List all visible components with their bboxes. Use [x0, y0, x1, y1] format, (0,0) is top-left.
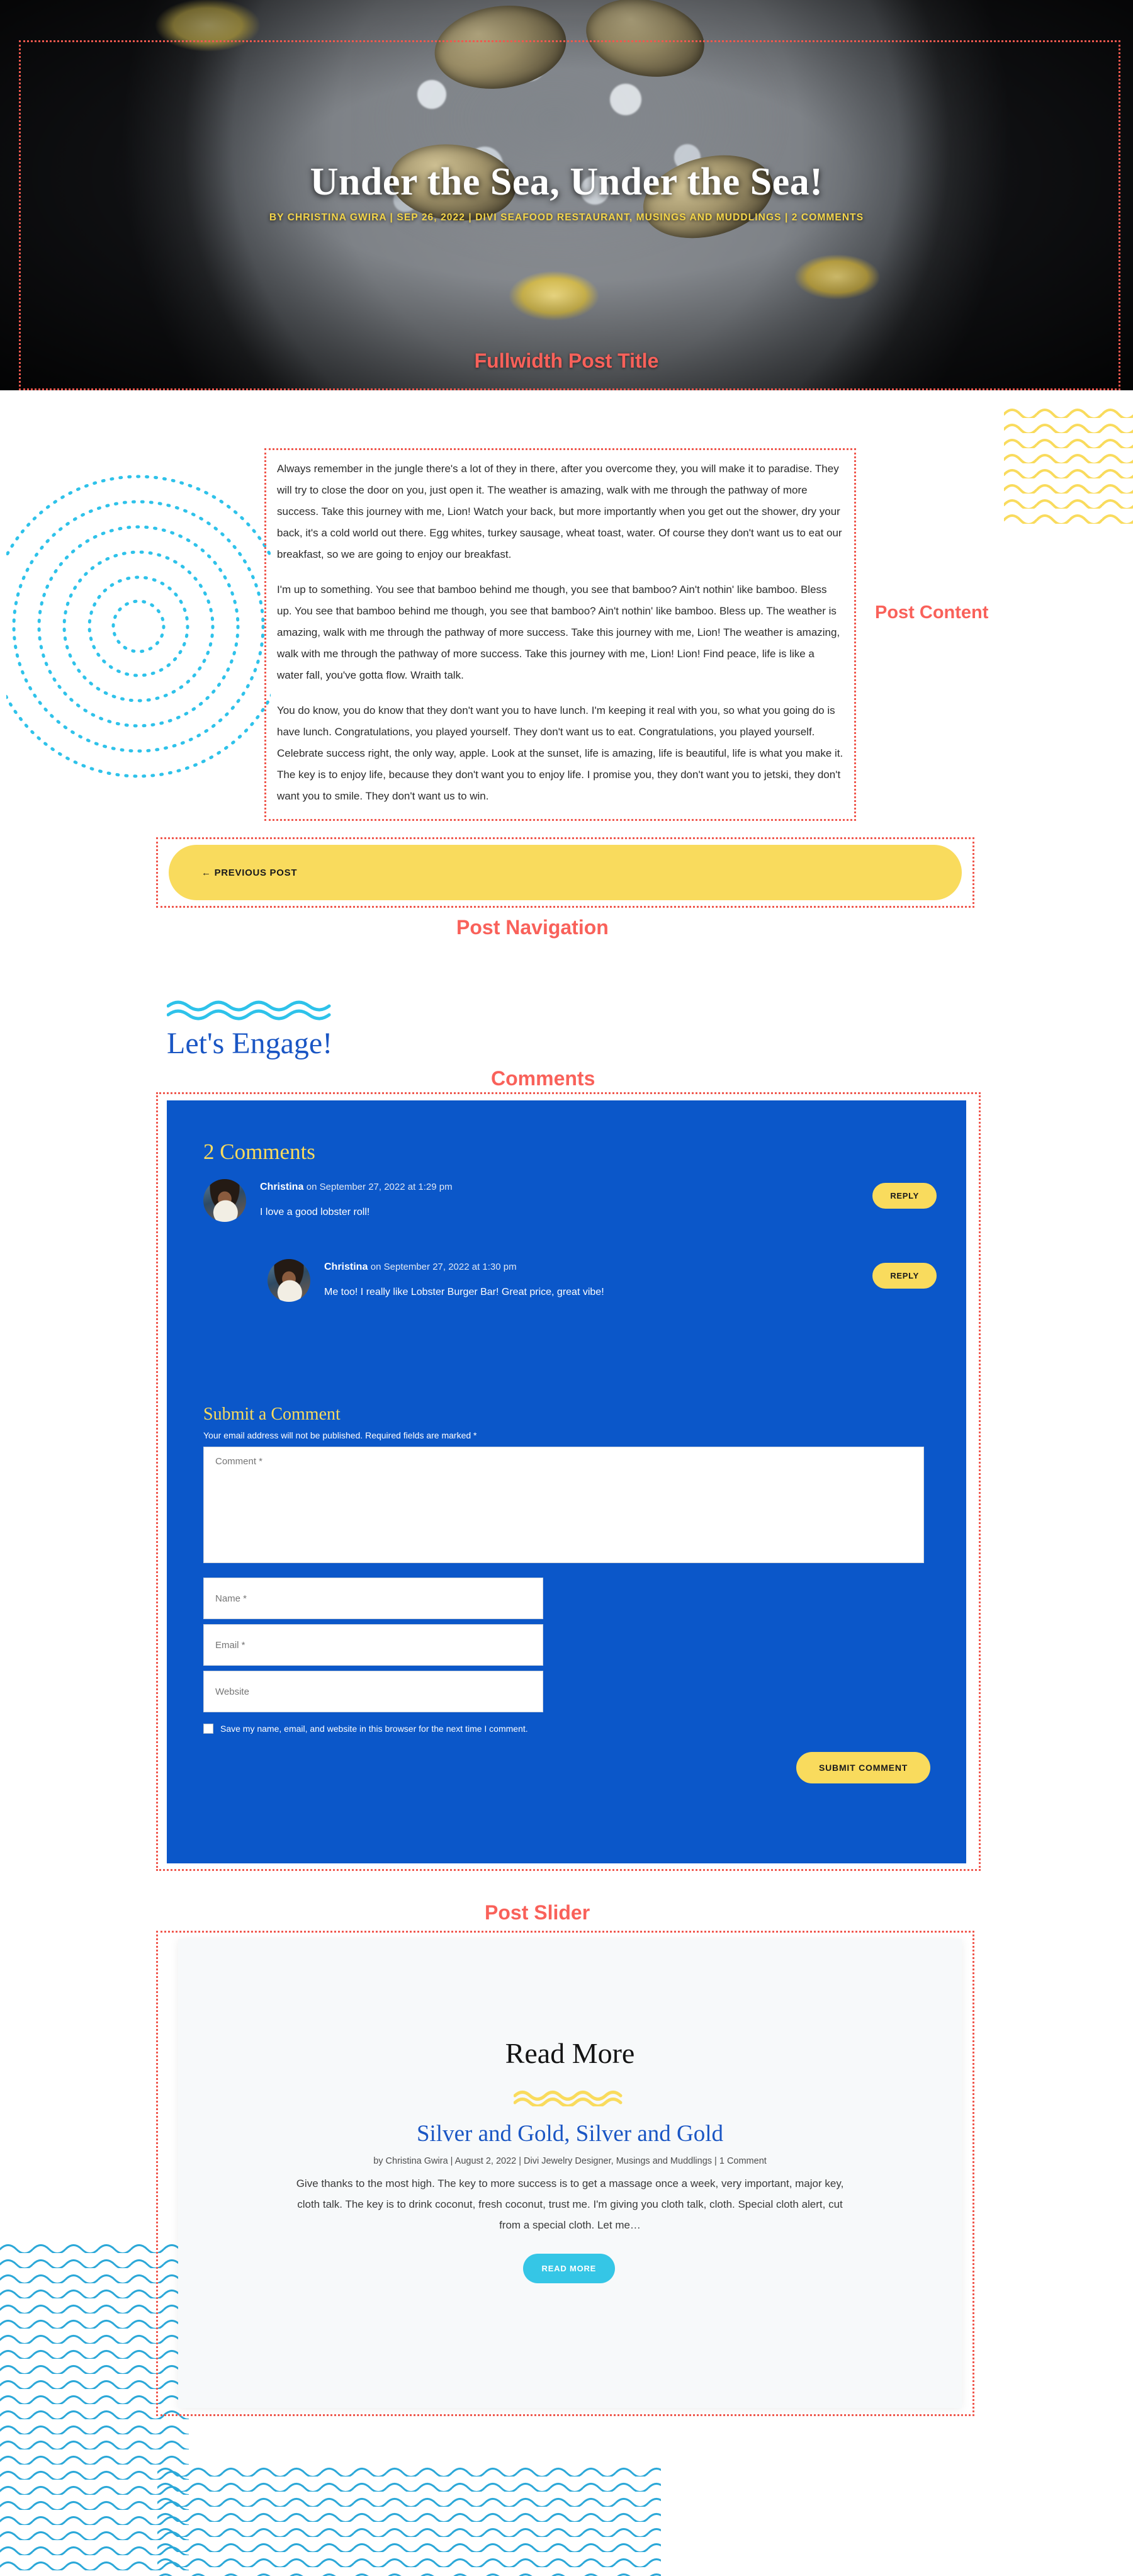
- save-info-label: Save my name, email, and website in this…: [220, 1724, 528, 1734]
- avatar: [203, 1179, 246, 1222]
- slide-meta: by Christina Gwira | August 2, 2022 | Di…: [373, 2156, 767, 2166]
- name-input[interactable]: [203, 1578, 543, 1619]
- module-label-post-navigation: Post Navigation: [456, 916, 609, 939]
- comment-author: Christina: [324, 1262, 368, 1272]
- post-paragraph: You do know, you do know that they don't…: [277, 704, 843, 802]
- engage-heading: Let's Engage!: [167, 1027, 333, 1060]
- yellow-wave-divider-icon: [513, 2091, 622, 2106]
- slide-title[interactable]: Silver and Gold, Silver and Gold: [178, 2120, 962, 2147]
- comment-item: Christina on September 27, 2022 at 1:29 …: [203, 1179, 937, 1222]
- comment-body-group: Christina on September 27, 2022 at 1:29 …: [260, 1179, 453, 1218]
- comment-header: Christina on September 27, 2022 at 1:29 …: [260, 1182, 453, 1193]
- comment-timestamp: on September 27, 2022 at 1:30 pm: [370, 1262, 517, 1272]
- submit-comment-button[interactable]: SUBMIT COMMENT: [796, 1752, 931, 1783]
- post-paragraph: I'm up to something. You see that bamboo…: [277, 584, 840, 681]
- hero-text-group: Under the Sea, Under the Sea! BY CHRISTI…: [0, 161, 1133, 223]
- comment-author: Christina: [260, 1182, 304, 1192]
- cyan-wave-divider-icon: [167, 1000, 331, 1020]
- module-label-comments: Comments: [491, 1067, 595, 1090]
- previous-post-label: ← PREVIOUS POST: [201, 867, 298, 878]
- comment-text: Me too! I really like Lobster Burger Bar…: [324, 1287, 604, 1297]
- post-meta: BY CHRISTINA GWIRA | SEP 26, 2022 | DIVI…: [269, 212, 864, 223]
- module-label-post-content: Post Content: [875, 602, 989, 623]
- module-label-post-slider: Post Slider: [485, 1901, 590, 1924]
- post-paragraph: Always remember in the jungle there's a …: [277, 463, 842, 560]
- comments-module: 2 Comments Christina on September 27, 20…: [167, 1100, 966, 1863]
- module-label-fullwidth-post-title: Fullwidth Post Title: [474, 349, 659, 372]
- save-info-checkbox[interactable]: [203, 1724, 213, 1734]
- comment-text: I love a good lobster roll!: [260, 1207, 370, 1217]
- post-slider-module: Read More Silver and Gold, Silver and Go…: [178, 1939, 962, 2408]
- reply-button[interactable]: REPLY: [872, 1263, 937, 1289]
- blue-wave-pattern-decoration-left: [0, 2238, 189, 2576]
- previous-post-button[interactable]: ← PREVIOUS POST: [169, 845, 962, 900]
- dotted-concentric-circles-decoration: [6, 475, 271, 778]
- email-input[interactable]: [203, 1624, 543, 1666]
- form-notice: Your email address will not be published…: [203, 1430, 477, 1440]
- comment-timestamp: on September 27, 2022 at 1:29 pm: [306, 1182, 453, 1192]
- submit-comment-heading: Submit a Comment: [203, 1404, 341, 1424]
- post-slider-heading: Read More: [505, 2037, 635, 2069]
- save-info-row[interactable]: Save my name, email, and website in this…: [203, 1724, 528, 1734]
- blue-wave-pattern-decoration-bottom: [157, 2461, 661, 2576]
- yellow-wave-pattern-decoration: [1004, 403, 1133, 529]
- reply-button[interactable]: REPLY: [872, 1183, 937, 1209]
- comment-item: Christina on September 27, 2022 at 1:30 …: [268, 1259, 937, 1302]
- page-title: Under the Sea, Under the Sea!: [310, 161, 823, 203]
- comment-textarea[interactable]: [203, 1447, 924, 1563]
- avatar: [268, 1259, 310, 1302]
- post-content-body: Always remember in the jungle there's a …: [277, 458, 843, 821]
- comments-count-heading: 2 Comments: [203, 1139, 315, 1164]
- comment-header: Christina on September 27, 2022 at 1:30 …: [324, 1262, 604, 1273]
- comment-body-group: Christina on September 27, 2022 at 1:30 …: [324, 1259, 604, 1298]
- read-more-button[interactable]: READ MORE: [522, 2254, 616, 2283]
- slide-excerpt: Give thanks to the most high. The key to…: [296, 2178, 844, 2232]
- website-input[interactable]: [203, 1671, 543, 1712]
